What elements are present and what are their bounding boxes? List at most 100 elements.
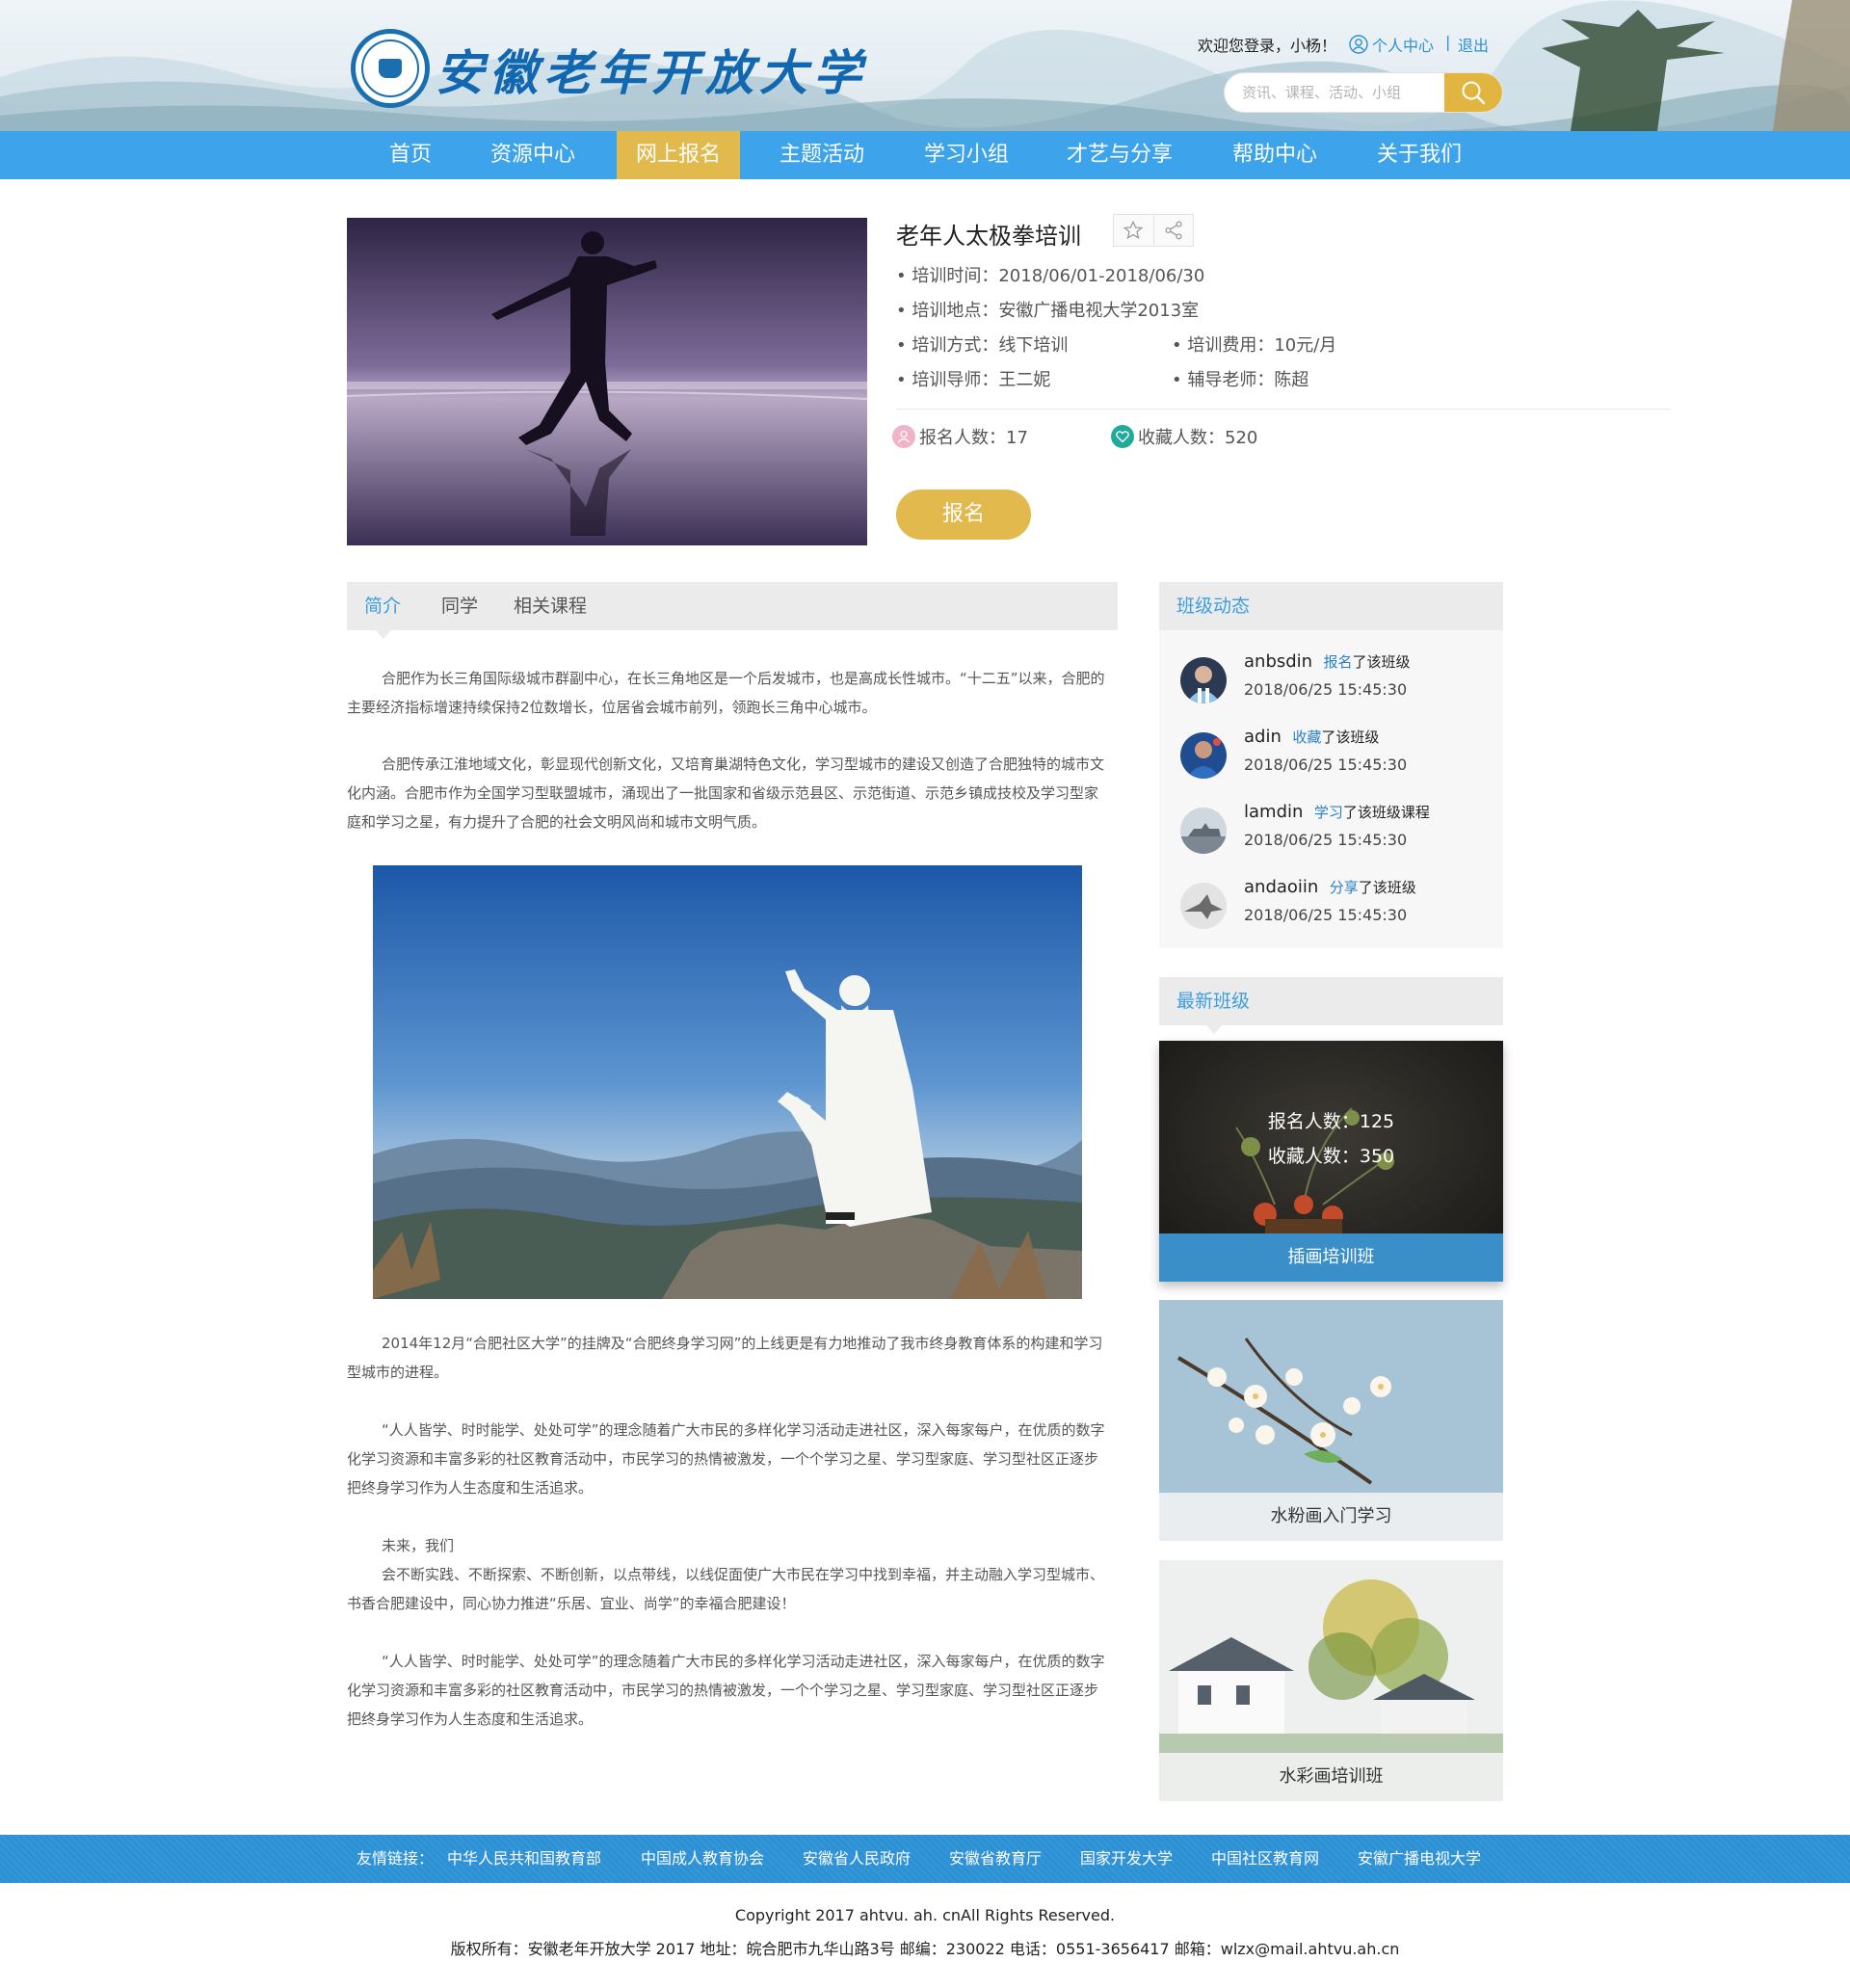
mountain-banner-image [0, 0, 1850, 131]
article-paragraph-5b: 会不断实践、不断探索、不断创新，以点带线，以线促面使广大市民在学习中找到幸福，并… [347, 1566, 1105, 1612]
site-header: 安徽老年开放大学 欢迎您登录，小杨！ 个人中心 | 退出 [0, 0, 1850, 131]
user-center-label: 个人中心 [1372, 37, 1435, 55]
activity-time: 2018/06/25 15:45:30 [1244, 680, 1408, 699]
article-taichi-image [373, 865, 1082, 1299]
footer-link-ahtvu[interactable]: 安徽广播电视大学 [1358, 1835, 1481, 1883]
logout-link[interactable]: 退出 [1458, 33, 1489, 56]
class-card-illustration[interactable]: 报名人数：125 收藏人数：350 插画培训班 [1159, 1041, 1503, 1282]
activity-time: 2018/06/25 15:45:30 [1244, 906, 1408, 924]
share-button[interactable] [1152, 215, 1193, 246]
tab-active-caret [376, 630, 391, 639]
latest-classes-caret [1206, 1025, 1222, 1034]
activity-time: 2018/06/25 15:45:30 [1244, 831, 1408, 849]
avatar[interactable] [1180, 732, 1227, 779]
heart-icon [1111, 425, 1134, 448]
tab-classmates[interactable]: 同学 [441, 582, 478, 630]
footer-address-text: 版权所有：安徽老年开放大学 2017 地址：皖合肥市九华山路3号 邮编：2300… [450, 1940, 1400, 1958]
course-action-box [1113, 214, 1194, 247]
course-title: 老年人太极拳培训 [896, 223, 1081, 250]
activity-user[interactable]: adin [1244, 727, 1282, 747]
activity-text: anbsdin 报名了该班级 [1244, 651, 1411, 672]
training-mode: • 培训方式：线下培训 [896, 335, 1069, 356]
avatar[interactable] [1180, 808, 1227, 854]
footer-link-caea[interactable]: 中国成人教育协会 [641, 1835, 764, 1883]
class-activity-header: 班级动态 [1159, 582, 1503, 630]
tab-related-courses[interactable]: 相关课程 [514, 582, 587, 630]
article-paragraph-1: 合肥作为长三角国际级城市群副中心，在长三角地区是一个后发城市，也是高成长性城市。… [347, 670, 1105, 716]
nav-item-talent-share[interactable]: 才艺与分享 [1050, 131, 1189, 179]
signup-count: 报名人数：17 [892, 424, 1028, 449]
university-logo[interactable] [351, 29, 430, 108]
activity-rest: 了该班级 [1352, 653, 1411, 671]
activity-verb: 学习 [1313, 804, 1343, 821]
signup-count-text: 报名人数：17 [919, 428, 1028, 448]
avatar[interactable] [1180, 657, 1227, 703]
footer-link-anhui-edu[interactable]: 安徽省教育厅 [949, 1835, 1042, 1883]
nav-item-online-signup[interactable]: 网上报名 [617, 131, 740, 179]
activity-item: lamdin 学习了该班级课程 2018/06/25 15:45:30 [1180, 802, 1498, 858]
article-paragraph-3: 2014年12月“合肥社区大学”的挂牌及“合肥终身学习网”的上线更是有力地推动了… [347, 1335, 1103, 1381]
activity-text: adin 收藏了该班级 [1244, 727, 1379, 747]
class-card-signups: 报名人数：125 [1267, 1111, 1395, 1132]
activity-verb: 分享 [1329, 879, 1359, 896]
class-card-watercolor[interactable]: 水彩画培训班 [1159, 1560, 1503, 1801]
course-cover-image [347, 218, 867, 545]
training-time: • 培训时间：2018/06/01-2018/06/30 [896, 266, 1205, 286]
activity-rest: 了该班级课程 [1342, 804, 1430, 821]
training-mentor: • 培训导师：王二妮 [896, 370, 1051, 390]
training-place: • 培训地点：安徽广播电视大学2013室 [896, 301, 1200, 321]
search-button[interactable] [1444, 73, 1502, 112]
article-paragraph-4: “人人皆学、时时能学、处处可学”的理念随着广大市民的多样化学习活动走进社区，深入… [347, 1421, 1105, 1497]
nav-item-about[interactable]: 关于我们 [1361, 131, 1477, 179]
nav-item-home[interactable]: 首页 [367, 131, 454, 179]
activity-rest: 了该班级 [1358, 879, 1416, 896]
search-icon [1462, 81, 1486, 105]
star-icon [1123, 220, 1144, 240]
article-paragraph-6: “人人皆学、时时能学、处处可学”的理念随着广大市民的多样化学习活动走进社区，深入… [347, 1653, 1105, 1728]
class-card-title: 水粉画入门学习 [1159, 1493, 1503, 1541]
footer-link-community-edu[interactable]: 中国社区教育网 [1211, 1835, 1319, 1883]
footer-link-ouchn[interactable]: 国家开发大学 [1080, 1835, 1173, 1883]
activity-verb: 报名 [1323, 653, 1353, 671]
search-box [1224, 72, 1503, 113]
friendly-links-bar: 友情链接： 中华人民共和国教育部 中国成人教育协会 安徽省人民政府 安徽省教育厅… [0, 1835, 1850, 1883]
nav-item-study-groups[interactable]: 学习小组 [909, 131, 1024, 179]
training-tutor: • 辅导老师：陈超 [1172, 370, 1309, 390]
article-paragraph-2: 合肥传承江淮地域文化，彰显现代创新文化，又培育巢湖特色文化，学习型城市的建设又创… [347, 755, 1105, 831]
activity-verb: 收藏 [1292, 729, 1322, 746]
nav-item-activities[interactable]: 主题活动 [764, 131, 880, 179]
class-card-favorites: 收藏人数：350 [1267, 1146, 1395, 1167]
search-input[interactable] [1242, 73, 1435, 112]
activity-text: andaoiin 分享了该班级 [1244, 877, 1416, 897]
footer-link-moe[interactable]: 中华人民共和国教育部 [447, 1835, 601, 1883]
footer-link-anhui-gov[interactable]: 安徽省人民政府 [803, 1835, 911, 1883]
welcome-text: 欢迎您登录，小杨！ [1198, 37, 1337, 55]
activity-item: adin 收藏了该班级 2018/06/25 15:45:30 [1180, 727, 1498, 782]
activity-item: andaoiin 分享了该班级 2018/06/25 15:45:30 [1180, 877, 1498, 933]
class-card-stats: 报名人数：125 收藏人数：350 [1159, 1104, 1503, 1174]
favorite-count: 收藏人数：520 [1111, 424, 1257, 449]
activity-user[interactable]: anbsdin [1244, 651, 1312, 672]
activity-user[interactable]: lamdin [1244, 802, 1303, 822]
latest-classes-header: 最新班级 [1159, 977, 1503, 1025]
header-separator: | [1445, 33, 1451, 51]
avatar[interactable] [1180, 883, 1227, 929]
nav-item-resources[interactable]: 资源中心 [475, 131, 591, 179]
user-center-link[interactable]: 个人中心 [1349, 33, 1434, 56]
user-icon [1349, 35, 1368, 54]
friendly-links-label: 友情链接： [357, 1849, 435, 1868]
signup-button[interactable]: 报名 [896, 490, 1031, 540]
favorite-button[interactable] [1114, 215, 1153, 246]
class-card-title: 水彩画培训班 [1159, 1753, 1503, 1801]
site-name[interactable]: 安徽老年开放大学 [436, 35, 867, 104]
tab-intro[interactable]: 简介 [364, 582, 401, 630]
activity-text: lamdin 学习了该班级课程 [1244, 802, 1430, 822]
article-paragraph-5a: 未来，我们 [382, 1537, 455, 1554]
activity-user[interactable]: andaoiin [1244, 877, 1318, 897]
favorite-count-text: 收藏人数：520 [1138, 428, 1258, 448]
detail-tabs: 简介 同学 相关课程 [347, 582, 1118, 630]
people-icon [892, 425, 915, 448]
class-card-gouache[interactable]: 水粉画入门学习 [1159, 1300, 1503, 1541]
nav-item-help[interactable]: 帮助中心 [1217, 131, 1333, 179]
activity-rest: 了该班级 [1321, 729, 1380, 746]
